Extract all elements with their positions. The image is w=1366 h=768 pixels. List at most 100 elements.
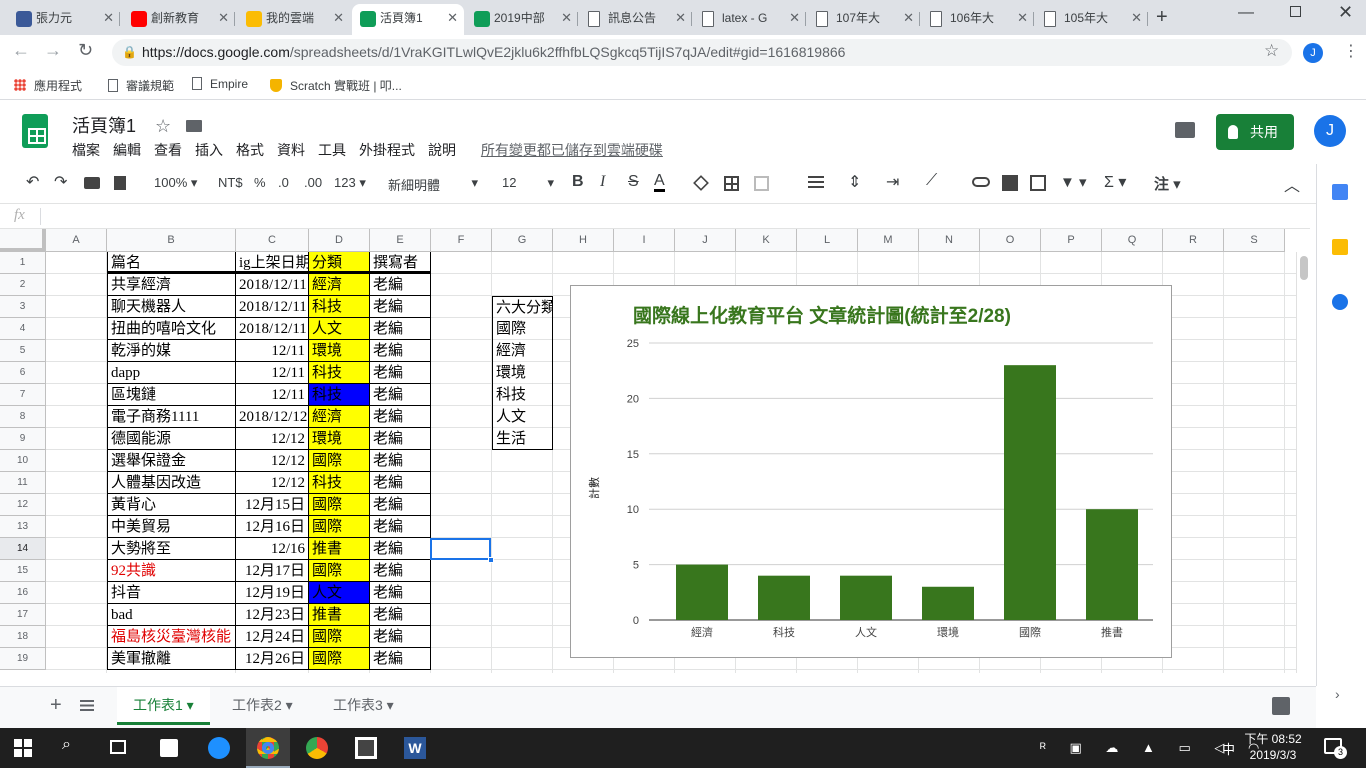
row-header[interactable]: 11 [0,472,46,494]
row-header[interactable]: 6 [0,362,46,384]
clock[interactable]: 下午 08:52 2019/3/3 [1242,731,1304,763]
author-cell[interactable]: 老編 [370,450,431,472]
title-cell[interactable]: 扭曲的嘻哈文化 [107,318,236,340]
date-cell[interactable]: 12/11 [236,384,309,406]
store-icon[interactable] [160,739,178,757]
title-cell[interactable]: 黃背心 [107,494,236,516]
column-header[interactable]: N [919,229,980,252]
author-cell[interactable]: 老編 [370,406,431,428]
title-cell[interactable]: 電子商務1111 [107,406,236,428]
browser-tab[interactable]: 活頁簿1 ✕ [352,4,464,35]
minimize-button[interactable]: — [1238,4,1254,22]
close-tab-icon[interactable]: ✕ [218,4,229,32]
print-icon[interactable] [84,177,100,189]
calendar-icon[interactable] [1332,184,1348,200]
date-cell[interactable]: 12月24日 [236,626,309,648]
title-cell[interactable]: 人體基因改造 [107,472,236,494]
browser-tab[interactable]: latex - G ✕ [694,4,806,35]
menu-help[interactable]: 說明 [428,142,456,158]
close-window-button[interactable]: ✕ [1338,2,1353,23]
close-tab-icon[interactable]: ✕ [333,4,344,32]
title-cell[interactable]: 共享經濟 [107,274,236,296]
browser-tab[interactable]: 我的雲端 ✕ [238,4,350,35]
title-cell[interactable]: 區塊鏈 [107,384,236,406]
title-cell[interactable]: bad [107,604,236,626]
column-header[interactable]: K [736,229,797,252]
column-header[interactable]: H [553,229,614,252]
menu-view[interactable]: 查看 [154,142,182,158]
category-cell[interactable]: 國際 [309,494,370,516]
column-header[interactable]: M [858,229,919,252]
date-cell[interactable]: 12/12 [236,472,309,494]
row-header[interactable]: 1 [0,252,46,274]
header-cell[interactable]: ig上架日期 [236,252,309,274]
sheet-tab-3[interactable]: 工作表3 ▾ [317,687,410,725]
close-tab-icon[interactable]: ✕ [1017,4,1028,32]
browser-tab[interactable]: 張力元 ✕ [8,4,120,35]
column-header[interactable]: C [236,229,309,252]
category-cell[interactable]: 國際 [309,648,370,670]
task-view-icon[interactable] [110,740,126,754]
category-cell[interactable]: 推書 [309,604,370,626]
column-header[interactable]: I [614,229,675,252]
url-field[interactable]: 🔒 https://docs.google.com/spreadsheets/d… [112,39,1292,66]
date-cell[interactable]: 12月15日 [236,494,309,516]
text-rotate-icon[interactable]: ⟋ [926,172,937,190]
row-header[interactable]: 9 [0,428,46,450]
chrome-icon[interactable] [257,737,279,759]
title-cell[interactable]: 福島核災臺灣核能 [107,626,236,648]
decrease-decimal-button[interactable]: .0 [278,175,289,190]
spreadsheet-grid[interactable]: ABCDEFGHIJKLMNOPQRS 1 2 3 4 5 6 7 8 9 10 11 12 13 14 1… [0,229,1310,673]
merge-cells-icon[interactable] [754,176,769,191]
close-tab-icon[interactable]: ✕ [789,4,800,32]
category-cell[interactable]: 環境 [309,428,370,450]
author-cell[interactable]: 老編 [370,516,431,538]
collapse-toolbar-icon[interactable]: ︿ [1284,172,1300,196]
category-cell[interactable]: 人文 [309,318,370,340]
app-icon[interactable] [355,737,377,759]
text-color-button[interactable]: A [654,172,665,192]
author-cell[interactable]: 老編 [370,472,431,494]
column-header[interactable]: G [492,229,553,252]
date-cell[interactable]: 12月16日 [236,516,309,538]
category-cell[interactable]: 推書 [309,538,370,560]
category-cell[interactable]: 科技 [309,384,370,406]
tasks-icon[interactable] [1332,294,1348,310]
category-cell[interactable]: 國際 [309,626,370,648]
column-header[interactable]: B [107,229,236,252]
column-header[interactable]: O [980,229,1041,252]
formula-input[interactable] [48,208,1298,225]
bookmark-star-icon[interactable]: ☆ [1264,41,1279,61]
vertical-scrollbar[interactable] [1296,252,1310,673]
profile-avatar[interactable]: J [1303,43,1323,63]
category-cell[interactable]: 人文 [309,582,370,604]
bookmark-item[interactable]: 審議規範 [108,77,174,94]
expand-panel-icon[interactable]: › [1335,686,1340,702]
scrollbar-thumb[interactable] [1300,256,1308,280]
category-cell[interactable]: 經濟 [309,274,370,296]
horizontal-align-icon[interactable] [808,176,824,190]
author-cell[interactable]: 老編 [370,318,431,340]
increase-decimal-button[interactable]: .00 [304,175,322,190]
search-icon[interactable]: ⌕ [62,736,86,760]
forward-icon[interactable]: → [44,40,62,61]
account-avatar[interactable]: J [1314,115,1346,147]
category-cell[interactable]: 科技 [309,296,370,318]
folder-icon[interactable] [186,120,203,132]
close-tab-icon[interactable]: ✕ [903,4,914,32]
column-header[interactable]: R [1163,229,1224,252]
close-tab-icon[interactable]: ✕ [447,4,458,32]
zoom-select[interactable]: 100% ▾ [154,175,197,191]
explore-icon[interactable] [1272,697,1290,715]
category-cell[interactable]: 環境 [309,340,370,362]
currency-format-button[interactable]: NT$ [218,175,243,190]
chrome-menu-icon[interactable]: ⋮ [1343,41,1359,61]
title-cell[interactable]: 中美貿易 [107,516,236,538]
menu-file[interactable]: 檔案 [72,142,100,158]
date-cell[interactable]: 2018/12/11 [236,274,309,296]
row-header[interactable]: 7 [0,384,46,406]
title-cell[interactable]: dapp [107,362,236,384]
column-header[interactable]: D [309,229,370,252]
title-cell[interactable]: 92共識 [107,560,236,582]
sheets-logo-icon[interactable] [22,114,48,148]
